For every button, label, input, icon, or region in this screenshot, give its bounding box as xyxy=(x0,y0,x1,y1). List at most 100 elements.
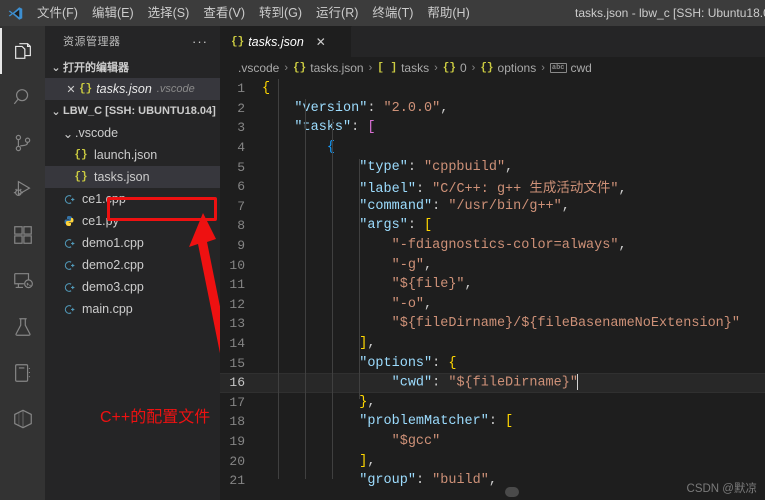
line-number: 4 xyxy=(237,140,245,156)
explorer-icon[interactable] xyxy=(0,28,45,74)
code-text: "command": "/usr/bin/g++", xyxy=(359,198,570,214)
menu-terminal[interactable]: 终端(T) xyxy=(365,0,420,26)
more-actions-icon[interactable]: ··· xyxy=(192,34,212,49)
indent-guide xyxy=(278,79,279,479)
code-editor[interactable]: 1{2 "version": "2.0.0", 3 "tasks": [4 {5 … xyxy=(220,79,765,500)
code-line[interactable]: 8 "args": [ xyxy=(220,216,765,236)
tree-item-launch-json[interactable]: {} launch.json xyxy=(45,144,220,166)
open-editor-item-tasks-json[interactable]: ✕ {} tasks.json .vscode xyxy=(45,78,220,100)
code-text: "type": "cppbuild", xyxy=(359,159,514,175)
open-editor-name: tasks.json xyxy=(96,82,152,96)
code-line[interactable]: 11 "${file}", xyxy=(220,275,765,295)
close-icon[interactable]: ✕ xyxy=(314,35,328,49)
menu-edit[interactable]: 编辑(E) xyxy=(85,0,141,26)
line-number: 21 xyxy=(229,473,245,489)
chevron-down-icon: ⌄ xyxy=(51,61,61,74)
code-line[interactable]: 9 "-fdiagnostics-color=always", xyxy=(220,236,765,256)
line-number: 15 xyxy=(229,355,245,371)
window-title: tasks.json - lbw_c [SSH: Ubuntu18.04 xyxy=(575,6,765,20)
chevron-down-icon: ⌄ xyxy=(51,105,61,118)
code-line[interactable]: 13 "${fileDirname}/${fileBasenameNoExten… xyxy=(220,314,765,334)
line-number: 16 xyxy=(229,375,245,391)
breadcrumb-item-tasks-json[interactable]: {} tasks.json xyxy=(293,61,364,75)
code-line[interactable]: 15 "options": { xyxy=(220,353,765,373)
tab-tasks-json[interactable]: {} tasks.json ✕ xyxy=(220,26,352,57)
sidebar-explorer: 资源管理器 ··· ⌄ 打开的编辑器 ✕ {} tasks.json .vsco… xyxy=(45,26,220,500)
code-line[interactable]: 17 }, xyxy=(220,393,765,413)
code-line[interactable]: 19 "$gcc" xyxy=(220,432,765,452)
tree-item-demo3-cpp[interactable]: demo3.cpp xyxy=(45,276,220,298)
breadcrumb-item-options[interactable]: {} options xyxy=(480,61,536,75)
code-line[interactable]: 5 "type": "cppbuild", xyxy=(220,157,765,177)
editor-tabs: {} tasks.json ✕ xyxy=(220,26,765,57)
line-number: 5 xyxy=(237,159,245,175)
tree-item-ce1-cpp[interactable]: ce1.cpp xyxy=(45,188,220,210)
json-file-icon: {} xyxy=(74,149,88,161)
search-icon[interactable] xyxy=(0,74,45,120)
code-line[interactable]: 1{ xyxy=(220,79,765,99)
breadcrumb-separator: › xyxy=(541,62,545,74)
json-file-icon: {} xyxy=(74,171,88,183)
tree-item-label: tasks.json xyxy=(94,170,150,184)
section-open-editors[interactable]: ⌄ 打开的编辑器 xyxy=(45,56,220,78)
json-brace-icon: {} xyxy=(293,62,307,74)
code-text: "args": [ xyxy=(359,218,433,234)
breadcrumb-item-vscode[interactable]: .vscode xyxy=(238,61,279,75)
code-line[interactable]: 14 ], xyxy=(220,334,765,354)
tree-item-tasks-json[interactable]: {} tasks.json xyxy=(45,166,220,188)
breadcrumb-separator: › xyxy=(471,62,476,74)
source-control-icon[interactable] xyxy=(0,120,45,166)
notebook-icon[interactable] xyxy=(0,350,45,396)
code-line[interactable]: 16 "cwd": "${fileDirname}" xyxy=(220,372,765,393)
code-line[interactable]: 4 { xyxy=(220,138,765,158)
code-line[interactable]: 18 "problemMatcher": [ xyxy=(220,412,765,432)
code-line[interactable]: 2 "version": "2.0.0", xyxy=(220,99,765,119)
menu-file[interactable]: 文件(F) xyxy=(30,0,85,26)
code-line[interactable]: 7 "command": "/usr/bin/g++", xyxy=(220,197,765,217)
remote-explorer-icon[interactable] xyxy=(0,258,45,304)
breadcrumb-item-0[interactable]: {} 0 xyxy=(443,61,467,75)
close-icon[interactable]: ✕ xyxy=(63,83,79,96)
extensions-icon[interactable] xyxy=(0,212,45,258)
menu-run[interactable]: 运行(R) xyxy=(309,0,365,26)
code-line[interactable]: 12 "-o", xyxy=(220,295,765,315)
menu-help[interactable]: 帮助(H) xyxy=(420,0,476,26)
menu-selection[interactable]: 选择(S) xyxy=(141,0,197,26)
cmake-box-icon[interactable] xyxy=(0,396,45,442)
tree-item-demo2-cpp[interactable]: demo2.cpp xyxy=(45,254,220,276)
horizontal-scrollbar[interactable] xyxy=(505,487,519,497)
open-editor-description: .vscode xyxy=(156,83,195,95)
code-line[interactable]: 3 "tasks": [ xyxy=(220,118,765,138)
app-body: 资源管理器 ··· ⌄ 打开的编辑器 ✕ {} tasks.json .vsco… xyxy=(0,26,765,500)
breadcrumb-item-tasks[interactable]: [ ] tasks xyxy=(377,61,429,75)
indent-guide xyxy=(305,99,306,479)
breadcrumb-item-cwd[interactable]: abc cwd xyxy=(549,61,592,75)
run-debug-icon[interactable] xyxy=(0,166,45,212)
tree-item-label: .vscode xyxy=(75,126,119,140)
line-number: 1 xyxy=(237,81,245,97)
tree-item-ce1-py[interactable]: ce1.py xyxy=(45,210,220,232)
testing-flask-icon[interactable] xyxy=(0,304,45,350)
line-number: 2 xyxy=(237,100,245,116)
menu-view[interactable]: 查看(V) xyxy=(196,0,252,26)
tree-item-main-cpp[interactable]: main.cpp xyxy=(45,298,220,320)
menu-go[interactable]: 转到(G) xyxy=(252,0,309,26)
code-text: "-g", xyxy=(391,257,433,273)
breadcrumb-label: 0 xyxy=(459,61,467,75)
code-text: "-o", xyxy=(391,296,433,312)
tree-item-demo1-cpp[interactable]: demo1.cpp xyxy=(45,232,220,254)
breadcrumb-label: tasks.json xyxy=(310,61,364,75)
code-text: ], xyxy=(359,453,376,469)
code-line[interactable]: 20 ], xyxy=(220,451,765,471)
cpp-file-icon xyxy=(61,237,77,250)
menu-bar: 文件(F) 编辑(E) 选择(S) 查看(V) 转到(G) 运行(R) 终端(T… xyxy=(30,0,477,26)
json-brace-icon: {} xyxy=(442,62,456,74)
code-line[interactable]: 21 "group": "build", xyxy=(220,471,765,491)
breadcrumb-label: cwd xyxy=(570,61,592,75)
tree-item-vscode-folder[interactable]: ⌄ .vscode xyxy=(45,122,220,144)
section-workspace-root[interactable]: ⌄ LBW_C [SSH: UBUNTU18.04] xyxy=(45,100,220,122)
code-text: "${file}", xyxy=(391,277,473,293)
code-line[interactable]: 6 "label": "C/C++: g++ 生成活动文件", xyxy=(220,177,765,197)
code-line[interactable]: 10 "-g", xyxy=(220,255,765,275)
line-number: 7 xyxy=(237,198,245,214)
